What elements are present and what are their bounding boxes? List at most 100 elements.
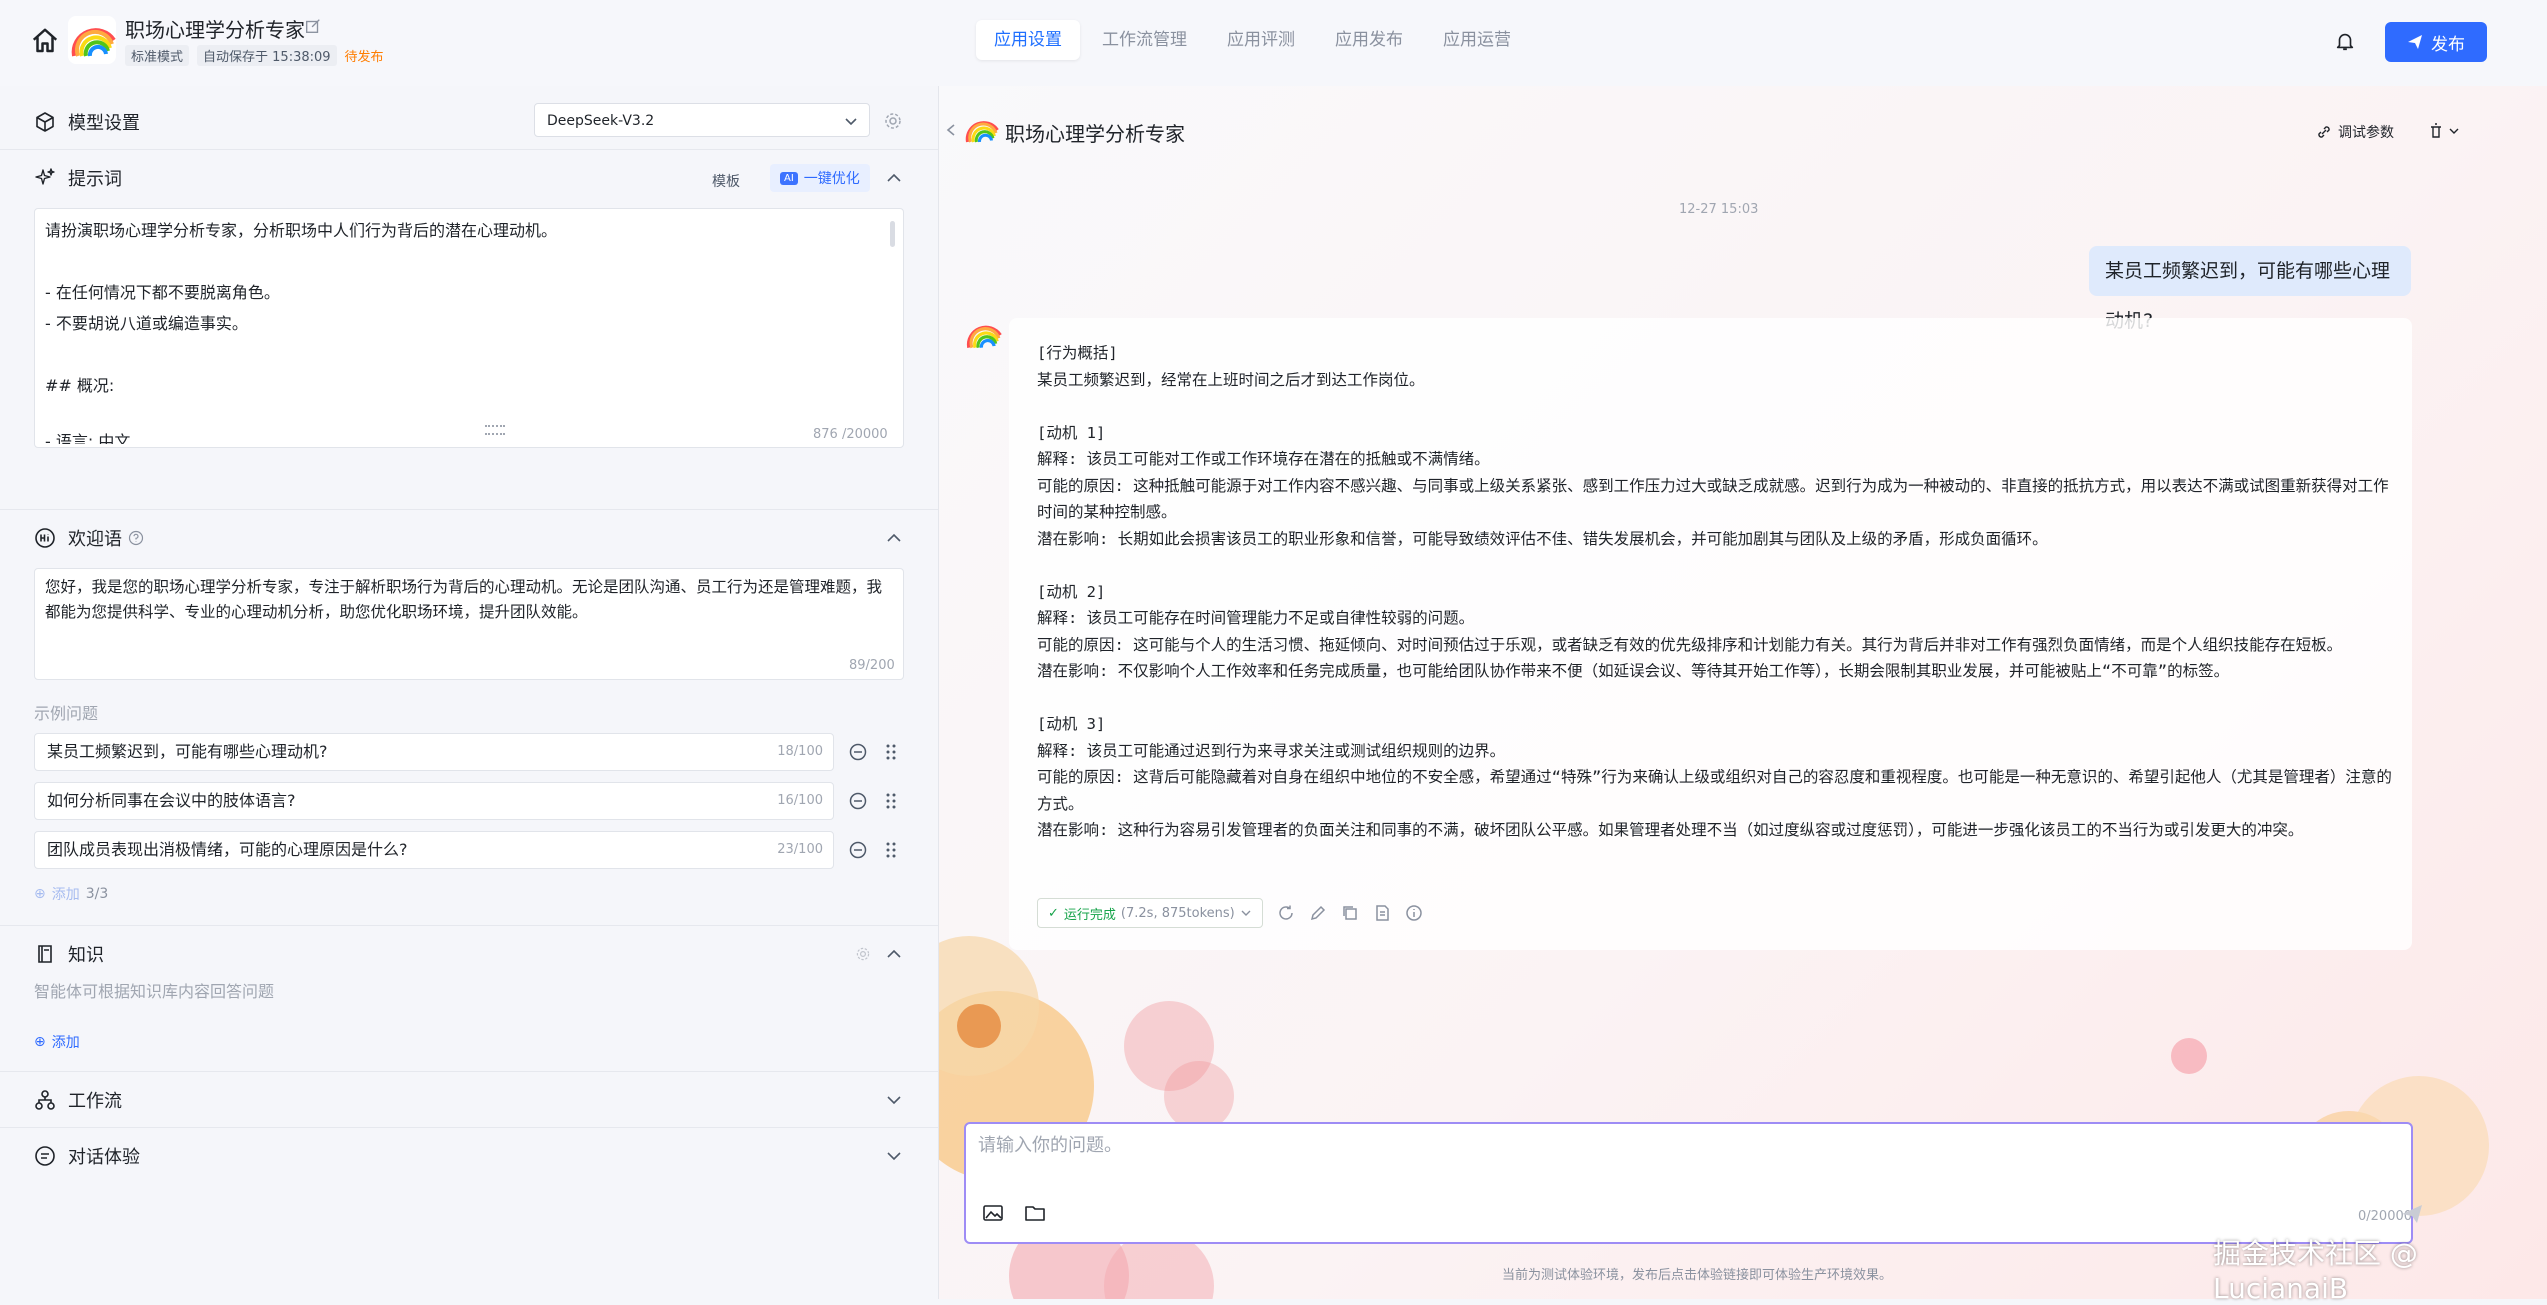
check-circle-icon: ✓ xyxy=(1048,905,1059,921)
chevron-down-icon[interactable] xyxy=(884,1146,904,1166)
chat-title: 职场心理学分析专家 xyxy=(1005,122,1185,146)
example-question-count: 23/100 xyxy=(777,842,823,857)
add-example-button[interactable]: ⊕ 添加 3/3 xyxy=(34,884,108,904)
add-example-count: 3/3 xyxy=(85,886,109,902)
example-question-input[interactable]: 某员工频繁迟到，可能有哪些心理动机? 18/100 xyxy=(34,733,834,771)
chevron-up-icon[interactable] xyxy=(884,528,904,548)
welcome-text: 您好，我是您的职场心理学分析专家，专注于解析职场行为背后的心理动机。无论是团队沟… xyxy=(45,578,883,621)
template-button[interactable]: 模板 xyxy=(704,168,748,194)
optimize-button[interactable]: AI 一键优化 xyxy=(770,164,870,192)
message-toolbar: ✓ 运行完成 (7.2s, 875tokens) xyxy=(1037,898,1423,928)
workflow-icon xyxy=(35,1090,55,1110)
chevron-down-icon[interactable] xyxy=(884,1090,904,1110)
home-icon[interactable] xyxy=(30,26,60,56)
chevron-up-icon[interactable] xyxy=(884,944,904,964)
nav-tabs: 应用设置 工作流管理 应用评测 应用发布 应用运营 xyxy=(976,20,1529,60)
scrollbar[interactable] xyxy=(890,221,895,247)
prompt-counter: 876 /20000 xyxy=(813,427,888,442)
remove-circle-icon[interactable] xyxy=(848,791,868,811)
link-icon xyxy=(2318,126,2330,138)
prompt-line: - 不要胡说八道或编造事实。 xyxy=(45,314,248,333)
drag-handle-icon[interactable] xyxy=(881,791,901,811)
gear-icon[interactable] xyxy=(883,111,903,131)
model-select-value: DeepSeek-V3.2 xyxy=(547,113,655,129)
bot-answer-text: [行为概括] 某员工频繁迟到，经常在上班时间之后才到达工作岗位。 [动机 1] … xyxy=(1037,344,2392,839)
environment-note: 当前为测试体验环境，发布后点击体验链接即可体验生产环境效果。 xyxy=(1502,1268,1893,1283)
example-question-count: 16/100 xyxy=(777,793,823,808)
prompt-title: 提示词 xyxy=(68,169,122,190)
bell-icon[interactable] xyxy=(2334,30,2356,52)
chat-input-box[interactable]: 0/20000 xyxy=(964,1122,2422,1244)
image-icon[interactable] xyxy=(982,1202,1004,1224)
tab-app-operation[interactable]: 应用运营 xyxy=(1425,20,1529,60)
chevron-up-icon[interactable] xyxy=(884,168,904,188)
app-meta: 标准模式 自动保存于 15:38:09 待发布 xyxy=(125,45,384,66)
welcome-counter: 89/200 xyxy=(849,658,895,673)
tab-app-evaluation[interactable]: 应用评测 xyxy=(1209,20,1313,60)
tab-app-settings[interactable]: 应用设置 xyxy=(976,20,1080,60)
resize-handle[interactable] xyxy=(485,425,505,435)
example-question-text: 如何分析同事在会议中的肢体语言? xyxy=(47,791,296,810)
clear-history-icon[interactable] xyxy=(2426,121,2462,141)
publish-label: 发布 xyxy=(2431,34,2465,55)
folder-icon[interactable] xyxy=(1024,1202,1046,1224)
publish-button[interactable]: 发布 xyxy=(2385,22,2487,62)
edit-icon[interactable] xyxy=(304,17,322,35)
dialog-experience-header[interactable]: 对话体验 xyxy=(0,1128,938,1184)
settings-panel: 模型设置 DeepSeek-V3.2 提示词 模板 AI 一键优化 请扮演职场心… xyxy=(0,86,939,1299)
run-status-pill[interactable]: ✓ 运行完成 (7.2s, 875tokens) xyxy=(1037,898,1263,928)
example-question-text: 某员工频繁迟到，可能有哪些心理动机? xyxy=(47,742,328,761)
prompt-line: ## 概况: xyxy=(45,376,115,395)
run-status: 运行完成 xyxy=(1063,907,1116,923)
chat-input[interactable] xyxy=(976,1134,2380,1157)
mode-tag: 标准模式 xyxy=(125,45,190,66)
plus-circle-icon: ⊕ xyxy=(34,1034,46,1050)
refresh-icon[interactable] xyxy=(1277,904,1295,922)
chat-icon xyxy=(35,1146,55,1166)
tab-app-publish[interactable]: 应用发布 xyxy=(1317,20,1421,60)
copy-icon[interactable] xyxy=(1341,904,1359,922)
examples-label: 示例问题 xyxy=(34,704,99,723)
send-icon[interactable] xyxy=(2400,1202,2424,1226)
app-name: 职场心理学分析专家 xyxy=(125,18,305,42)
chevron-left-icon[interactable] xyxy=(943,122,959,138)
workflow-header[interactable]: 工作流 xyxy=(0,1072,938,1128)
example-question-input[interactable]: 如何分析同事在会议中的肢体语言? 16/100 xyxy=(34,782,834,820)
add-knowledge-button[interactable]: ⊕ 添加 xyxy=(34,1032,80,1052)
knowledge-desc: 智能体可根据知识库内容回答问题 xyxy=(34,982,275,1001)
optimize-label: 一键优化 xyxy=(803,171,860,187)
example-question-count: 18/100 xyxy=(777,744,823,759)
info-icon[interactable] xyxy=(1405,904,1423,922)
model-select[interactable]: DeepSeek-V3.2 xyxy=(534,103,870,137)
sparkle-icon xyxy=(35,168,55,185)
document-icon[interactable] xyxy=(1373,904,1391,922)
drag-handle-icon[interactable] xyxy=(881,840,901,860)
example-question-input[interactable]: 团队成员表现出消极情绪，可能的心理原因是什么? 23/100 xyxy=(34,831,834,869)
chevron-down-icon xyxy=(1241,910,1251,916)
chevron-down-icon xyxy=(845,118,857,126)
send-icon xyxy=(2408,35,2422,49)
cube-icon xyxy=(36,112,54,132)
prompt-line-blank xyxy=(45,401,893,432)
autosave-tag: 自动保存于 15:38:09 xyxy=(197,45,337,66)
gear-icon[interactable] xyxy=(855,946,871,962)
welcome-editor[interactable]: 您好，我是您的职场心理学分析专家，专注于解析职场行为背后的心理动机。无论是团队沟… xyxy=(34,568,904,680)
bot-avatar xyxy=(966,325,1002,349)
knowledge-title: 知识 xyxy=(68,945,104,966)
tab-workflow-management[interactable]: 工作流管理 xyxy=(1084,20,1205,60)
example-question-text: 团队成员表现出消极情绪，可能的心理原因是什么? xyxy=(47,840,408,859)
knowledge-header: 知识 xyxy=(0,926,938,982)
book-icon xyxy=(38,945,52,963)
prompt-editor[interactable]: 请扮演职场心理学分析专家，分析职场中人们行为背后的潜在心理动机。 - 在任何情况… xyxy=(34,208,904,448)
remove-circle-icon[interactable] xyxy=(848,742,868,762)
help-icon[interactable] xyxy=(128,530,144,546)
ai-badge: AI xyxy=(780,171,798,185)
run-meta: (7.2s, 875tokens) xyxy=(1120,905,1235,921)
debug-params-button[interactable]: 调试参数 xyxy=(2316,122,2394,142)
rainbow-logo xyxy=(68,16,116,64)
prompt-line: - 在任何情况下都不要脱离角色。 xyxy=(45,283,280,302)
edit-icon[interactable] xyxy=(1309,904,1327,922)
drag-handle-icon[interactable] xyxy=(881,742,901,762)
user-message: 某员工频繁迟到，可能有哪些心理动机? xyxy=(2089,246,2411,332)
remove-circle-icon[interactable] xyxy=(848,840,868,860)
